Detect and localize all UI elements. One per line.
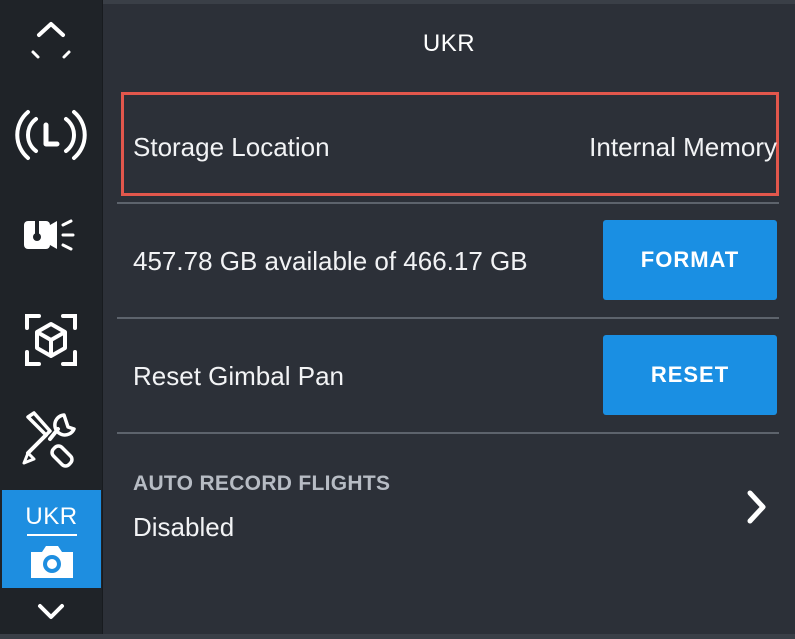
chevron-down-icon bbox=[38, 604, 64, 619]
camera-icon bbox=[30, 546, 73, 578]
sidebar: UKR bbox=[0, 0, 103, 639]
format-button[interactable]: FORMAT bbox=[603, 220, 777, 300]
storage-location-value: Internal Memory bbox=[589, 132, 777, 162]
sidebar-item-gimbal-light[interactable] bbox=[0, 205, 102, 265]
auto-record-row[interactable]: AUTO RECORD FLIGHTS Disabled bbox=[117, 434, 779, 584]
chevron-right-icon bbox=[747, 490, 766, 524]
settings-window: UKR UKR Storage Location Internal Memory… bbox=[0, 0, 795, 639]
sidebar-item-flight-mode[interactable] bbox=[0, 100, 102, 170]
chevron-up-icon bbox=[31, 22, 71, 59]
sidebar-item-object-tracking[interactable] bbox=[0, 305, 102, 375]
sidebar-item-label: UKR bbox=[25, 503, 78, 530]
object-tracking-icon bbox=[25, 314, 77, 366]
storage-location-label: Storage Location bbox=[133, 132, 330, 162]
sidebar-item-camera[interactable]: UKR bbox=[2, 490, 101, 588]
auto-record-label: AUTO RECORD FLIGHTS bbox=[133, 472, 391, 495]
bottom-strip bbox=[0, 634, 795, 639]
tools-icon bbox=[22, 411, 76, 468]
storage-capacity-row: 457.78 GB available of 466.17 GB FORMAT bbox=[117, 204, 779, 318]
sidebar-item-tools[interactable] bbox=[0, 405, 102, 475]
page-title: UKR bbox=[422, 30, 476, 57]
reset-button[interactable]: RESET bbox=[603, 335, 777, 415]
gimbal-light-icon bbox=[24, 219, 75, 251]
flight-mode-l-icon bbox=[15, 110, 87, 160]
storage-location-row[interactable]: Storage Location Internal Memory bbox=[117, 96, 779, 196]
reset-gimbal-row: Reset Gimbal Pan RESET bbox=[117, 319, 779, 433]
auto-record-value: Disabled bbox=[133, 512, 235, 542]
sidebar-scroll-up[interactable] bbox=[0, 10, 102, 70]
sidebar-scroll-down[interactable] bbox=[0, 594, 102, 630]
settings-panel: UKR Storage Location Internal Memory 457… bbox=[103, 0, 795, 639]
sidebar-underline bbox=[26, 534, 77, 536]
reset-gimbal-label: Reset Gimbal Pan bbox=[133, 361, 344, 391]
storage-capacity-text: 457.78 GB available of 466.17 GB bbox=[133, 246, 528, 276]
